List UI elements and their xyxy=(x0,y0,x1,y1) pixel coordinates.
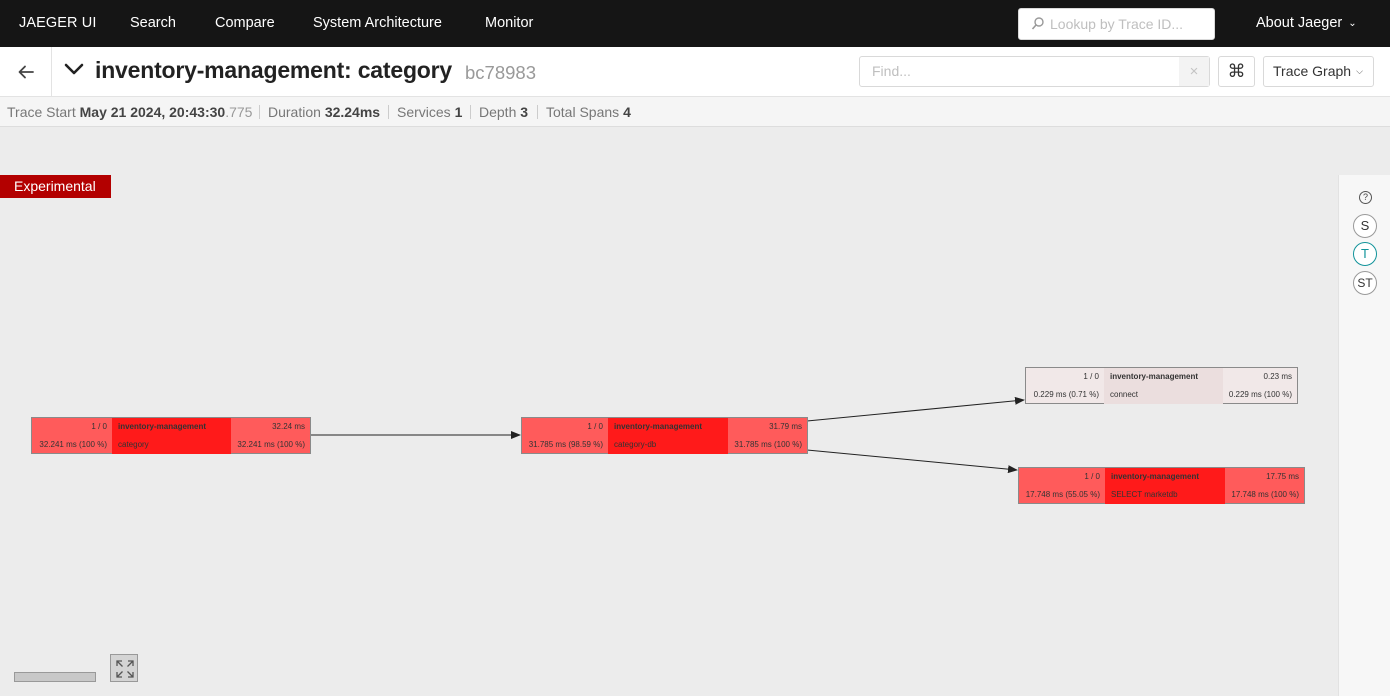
trace-id: bc78983 xyxy=(465,62,536,83)
graph-edges xyxy=(311,396,1025,474)
span-operation: connect xyxy=(1104,386,1223,404)
span-self-pct: 32.241 ms (100 %) xyxy=(237,440,305,449)
find-input[interactable]: Find... × xyxy=(859,56,1210,87)
about-label: About Jaeger xyxy=(1256,15,1343,31)
divider xyxy=(537,105,538,119)
span-node-category[interactable]: 1 / 0 inventory-management 32.24 ms 32.2… xyxy=(31,417,311,454)
trace-duration: Duration 32.24ms xyxy=(268,104,381,120)
chevron-down-icon: ⌄ xyxy=(1348,18,1357,29)
span-duration: 32.24 ms xyxy=(272,422,305,431)
span-self-time: 31.785 ms (98.59 %) xyxy=(528,440,603,449)
mode-time-button[interactable]: T xyxy=(1353,242,1377,266)
trace-summary: Trace Start May 21 2024, 20:43:30.775 Du… xyxy=(0,97,1390,127)
span-service: inventory-management xyxy=(112,418,231,436)
arrow-left-icon xyxy=(18,65,34,79)
page-title: inventory-management: category xyxy=(95,57,452,83)
span-self-pct: 31.785 ms (100 %) xyxy=(734,440,802,449)
span-operation: category-db xyxy=(608,436,728,454)
span-service: inventory-management xyxy=(1104,368,1223,386)
nav-system-architecture[interactable]: System Architecture xyxy=(313,0,442,47)
span-service: inventory-management xyxy=(608,418,728,436)
span-count: 1 / 0 xyxy=(587,422,603,431)
span-self-time: 0.229 ms (0.71 %) xyxy=(1033,390,1099,399)
span-count: 1 / 0 xyxy=(1084,472,1100,481)
trace-graph-canvas[interactable]: Experimental 1 / 0 inventory-management … xyxy=(0,128,1338,696)
span-duration: 17.75 ms xyxy=(1266,472,1299,481)
span-service: inventory-management xyxy=(1105,468,1225,486)
search-icon xyxy=(1031,16,1045,32)
span-self-time: 17.748 ms (55.05 %) xyxy=(1025,490,1100,499)
view-mode-label: Trace Graph xyxy=(1273,63,1352,79)
expand-icon xyxy=(116,660,134,678)
help-icon[interactable]: ? xyxy=(1359,191,1372,204)
span-operation: category xyxy=(112,436,231,454)
divider xyxy=(259,105,260,119)
trace-total-spans: Total Spans 4 xyxy=(546,104,631,120)
about-jaeger-menu[interactable]: About Jaeger ⌄ xyxy=(1256,0,1357,47)
span-self-pct: 17.748 ms (100 %) xyxy=(1231,490,1299,499)
close-icon[interactable]: × xyxy=(1179,57,1209,86)
chevron-down-icon[interactable] xyxy=(64,62,84,76)
trace-id-lookup-input[interactable]: Lookup by Trace ID... xyxy=(1018,8,1215,40)
span-node-category-db[interactable]: 1 / 0 inventory-management 31.79 ms 31.7… xyxy=(521,417,808,454)
span-count: 1 / 0 xyxy=(91,422,107,431)
back-button[interactable] xyxy=(0,47,52,97)
nav-search[interactable]: Search xyxy=(130,0,176,47)
span-duration: 0.23 ms xyxy=(1263,372,1292,381)
chevron-down-icon: ⌵ xyxy=(1356,66,1363,76)
edge-category-db-to-select xyxy=(806,449,1018,474)
span-node-select-marketdb[interactable]: 1 / 0 inventory-management 17.75 ms 17.7… xyxy=(1018,467,1305,504)
lookup-placeholder: Lookup by Trace ID... xyxy=(1050,16,1184,32)
divider xyxy=(470,105,471,119)
edge-category-db-to-connect xyxy=(806,396,1025,422)
brand-logo[interactable]: JAEGER UI xyxy=(19,0,96,47)
graph-mode-panel: ? S T ST xyxy=(1338,175,1390,696)
view-mode-select[interactable]: Trace Graph ⌵ xyxy=(1263,56,1374,87)
keyboard-shortcuts-button[interactable]: ⌘ xyxy=(1218,56,1255,87)
divider xyxy=(388,105,389,119)
minimap-scrollbar[interactable] xyxy=(14,672,96,682)
top-nav: JAEGER UI Search Compare System Architec… xyxy=(0,0,1390,47)
trace-header: inventory-management: category bc78983 F… xyxy=(0,47,1390,97)
nav-compare[interactable]: Compare xyxy=(215,0,275,47)
trace-depth: Depth 3 xyxy=(479,104,529,120)
find-placeholder: Find... xyxy=(872,63,911,79)
span-duration: 31.79 ms xyxy=(769,422,802,431)
span-operation: SELECT marketdb xyxy=(1105,486,1225,504)
fit-to-screen-button[interactable] xyxy=(110,654,138,682)
trace-services: Services 1 xyxy=(397,104,463,120)
mode-selftime-button[interactable]: ST xyxy=(1353,271,1377,295)
trace-start: Trace Start May 21 2024, 20:43:30.775 xyxy=(7,104,253,120)
span-count: 1 / 0 xyxy=(1083,372,1099,381)
nav-monitor[interactable]: Monitor xyxy=(485,0,533,47)
mode-service-button[interactable]: S xyxy=(1353,214,1377,238)
span-node-connect[interactable]: 1 / 0 inventory-management 0.23 ms 0.229… xyxy=(1025,367,1298,404)
span-self-pct: 0.229 ms (100 %) xyxy=(1228,390,1292,399)
span-self-time: 32.241 ms (100 %) xyxy=(39,440,107,449)
